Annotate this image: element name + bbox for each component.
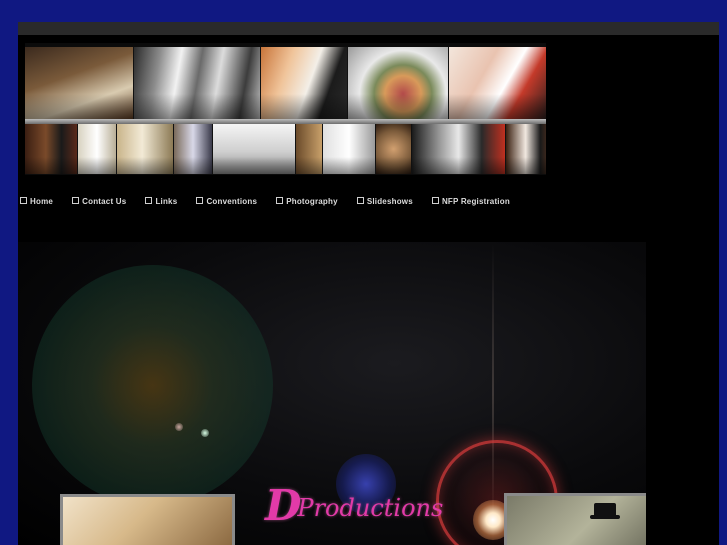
main-navigation: Home Contact Us Links Conventions Photog… xyxy=(20,189,524,206)
nav-links[interactable]: Links xyxy=(145,197,177,206)
church-altar-photo xyxy=(25,47,134,119)
bride-dress-photo xyxy=(117,124,174,174)
bride-groom-photo xyxy=(506,124,546,174)
photo-banner xyxy=(25,43,546,175)
green-lens-flare xyxy=(32,265,273,506)
banner-top-row xyxy=(25,47,546,119)
bride-veil-photo xyxy=(78,124,117,174)
top-hat-brim xyxy=(590,515,620,519)
nav-nfp-registration-label: NFP Registration xyxy=(441,197,510,206)
checkbox-icon xyxy=(431,197,439,204)
page-container: Home Contact Us Links Conventions Photog… xyxy=(18,22,719,545)
flare-dot xyxy=(175,423,183,431)
checkbox-icon xyxy=(145,197,153,204)
couple-walking-photo xyxy=(213,124,296,174)
ring-hands-photo xyxy=(449,47,546,119)
logo-text: Productions xyxy=(297,494,444,522)
nav-photography-label: Photography xyxy=(286,197,338,206)
church-aisle-photo xyxy=(174,124,213,174)
checkbox-icon xyxy=(276,197,284,204)
bride-veil-photo-2 xyxy=(323,124,376,174)
nav-conventions-label: Conventions xyxy=(206,197,258,206)
checkbox-icon xyxy=(72,197,80,204)
bride-profile-photo xyxy=(296,124,323,174)
nav-nfp-registration[interactable]: NFP Registration xyxy=(431,197,510,206)
nav-contact-us-label: Contact Us xyxy=(82,197,127,206)
flowers-photo xyxy=(376,124,412,174)
nav-links-label: Links xyxy=(155,197,178,206)
nav-contact-us[interactable]: Contact Us xyxy=(72,197,126,206)
nav-photography[interactable]: Photography xyxy=(276,197,338,206)
bouquet-photo xyxy=(348,47,449,119)
checkbox-icon xyxy=(196,197,204,204)
nav-home-label: Home xyxy=(30,197,54,206)
nav-home[interactable]: Home xyxy=(20,197,53,206)
nav-slideshows-label: Slideshows xyxy=(366,197,413,206)
preview-thumbnail-right[interactable] xyxy=(504,493,646,545)
couple-photo xyxy=(25,124,78,174)
preview-thumbnail-left[interactable] xyxy=(60,494,235,545)
nav-slideshows[interactable]: Slideshows xyxy=(356,197,413,206)
flare-dot xyxy=(201,429,209,437)
couple-kiss-photo xyxy=(261,47,348,119)
checkbox-icon xyxy=(356,197,364,204)
banner-bottom-row xyxy=(25,124,546,174)
nav-conventions[interactable]: Conventions xyxy=(196,197,257,206)
checkbox-icon xyxy=(20,197,27,204)
flower-girls-photo xyxy=(134,47,261,119)
couple-kiss-bw-photo xyxy=(412,124,506,174)
productions-logo: DProductions xyxy=(265,485,443,545)
lens-flare-stage: DProductions xyxy=(18,242,646,545)
logo-initial: D xyxy=(265,481,302,530)
top-bar xyxy=(18,22,719,35)
